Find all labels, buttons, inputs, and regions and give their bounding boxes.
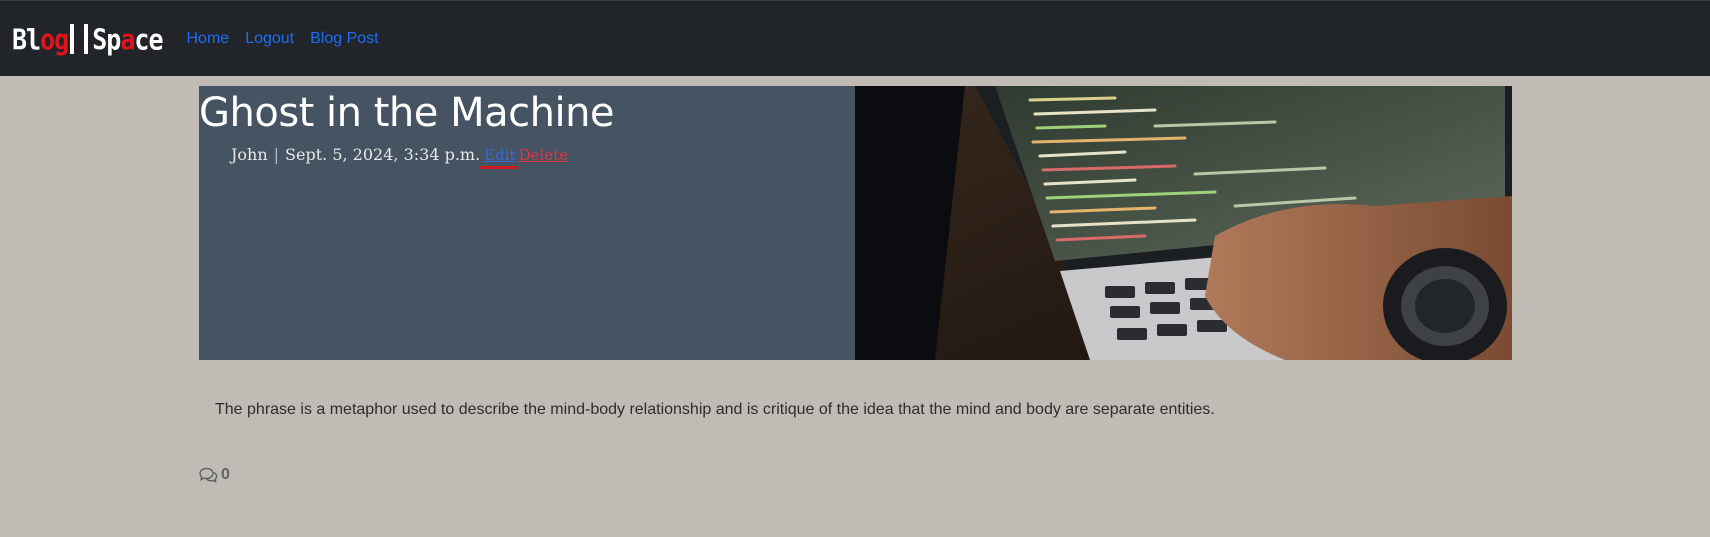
brand-logo[interactable]: Bl og Sp a ce	[12, 16, 164, 62]
nav-link-blog-post[interactable]: Blog Post	[310, 30, 378, 48]
nav-link-logout[interactable]: Logout	[245, 30, 294, 48]
meta-separator: |	[273, 145, 280, 164]
laptop-image	[855, 86, 1512, 360]
comment-count-value: 0	[221, 466, 230, 483]
edit-link[interactable]: Edit	[480, 146, 518, 169]
post-header-image	[855, 86, 1512, 360]
nav-link-home[interactable]: Home	[187, 30, 230, 48]
post-date: Sept. 5, 2024, 3:34 p.m.	[285, 145, 481, 164]
chat-bubbles-icon	[199, 467, 218, 483]
post-header-panel: Ghost in the Machine John | Sept. 5, 202…	[199, 86, 855, 360]
post-meta: John | Sept. 5, 2024, 3:34 p.m. Edit Del…	[231, 145, 568, 169]
brand-divider	[84, 23, 89, 54]
brand-text-part: Bl	[12, 21, 41, 56]
post-hero: Ghost in the Machine John | Sept. 5, 202…	[199, 86, 1512, 360]
post-author: John	[231, 145, 268, 164]
brand-text-part: Sp	[92, 21, 121, 56]
post-body: The phrase is a metaphor used to describ…	[215, 401, 1215, 418]
post-title: Ghost in the Machine	[199, 90, 615, 136]
delete-link[interactable]: Delete	[519, 146, 568, 164]
brand-text-part: og	[40, 21, 69, 56]
brand-divider	[70, 23, 75, 54]
nav-links: Home Logout Blog Post	[187, 30, 379, 48]
brand-text-part: ce	[134, 21, 163, 56]
comment-count[interactable]: 0	[198, 466, 230, 484]
brand-text-part: a	[120, 21, 135, 56]
top-navbar: Bl og Sp a ce Home Logout Blog Post	[0, 0, 1710, 76]
